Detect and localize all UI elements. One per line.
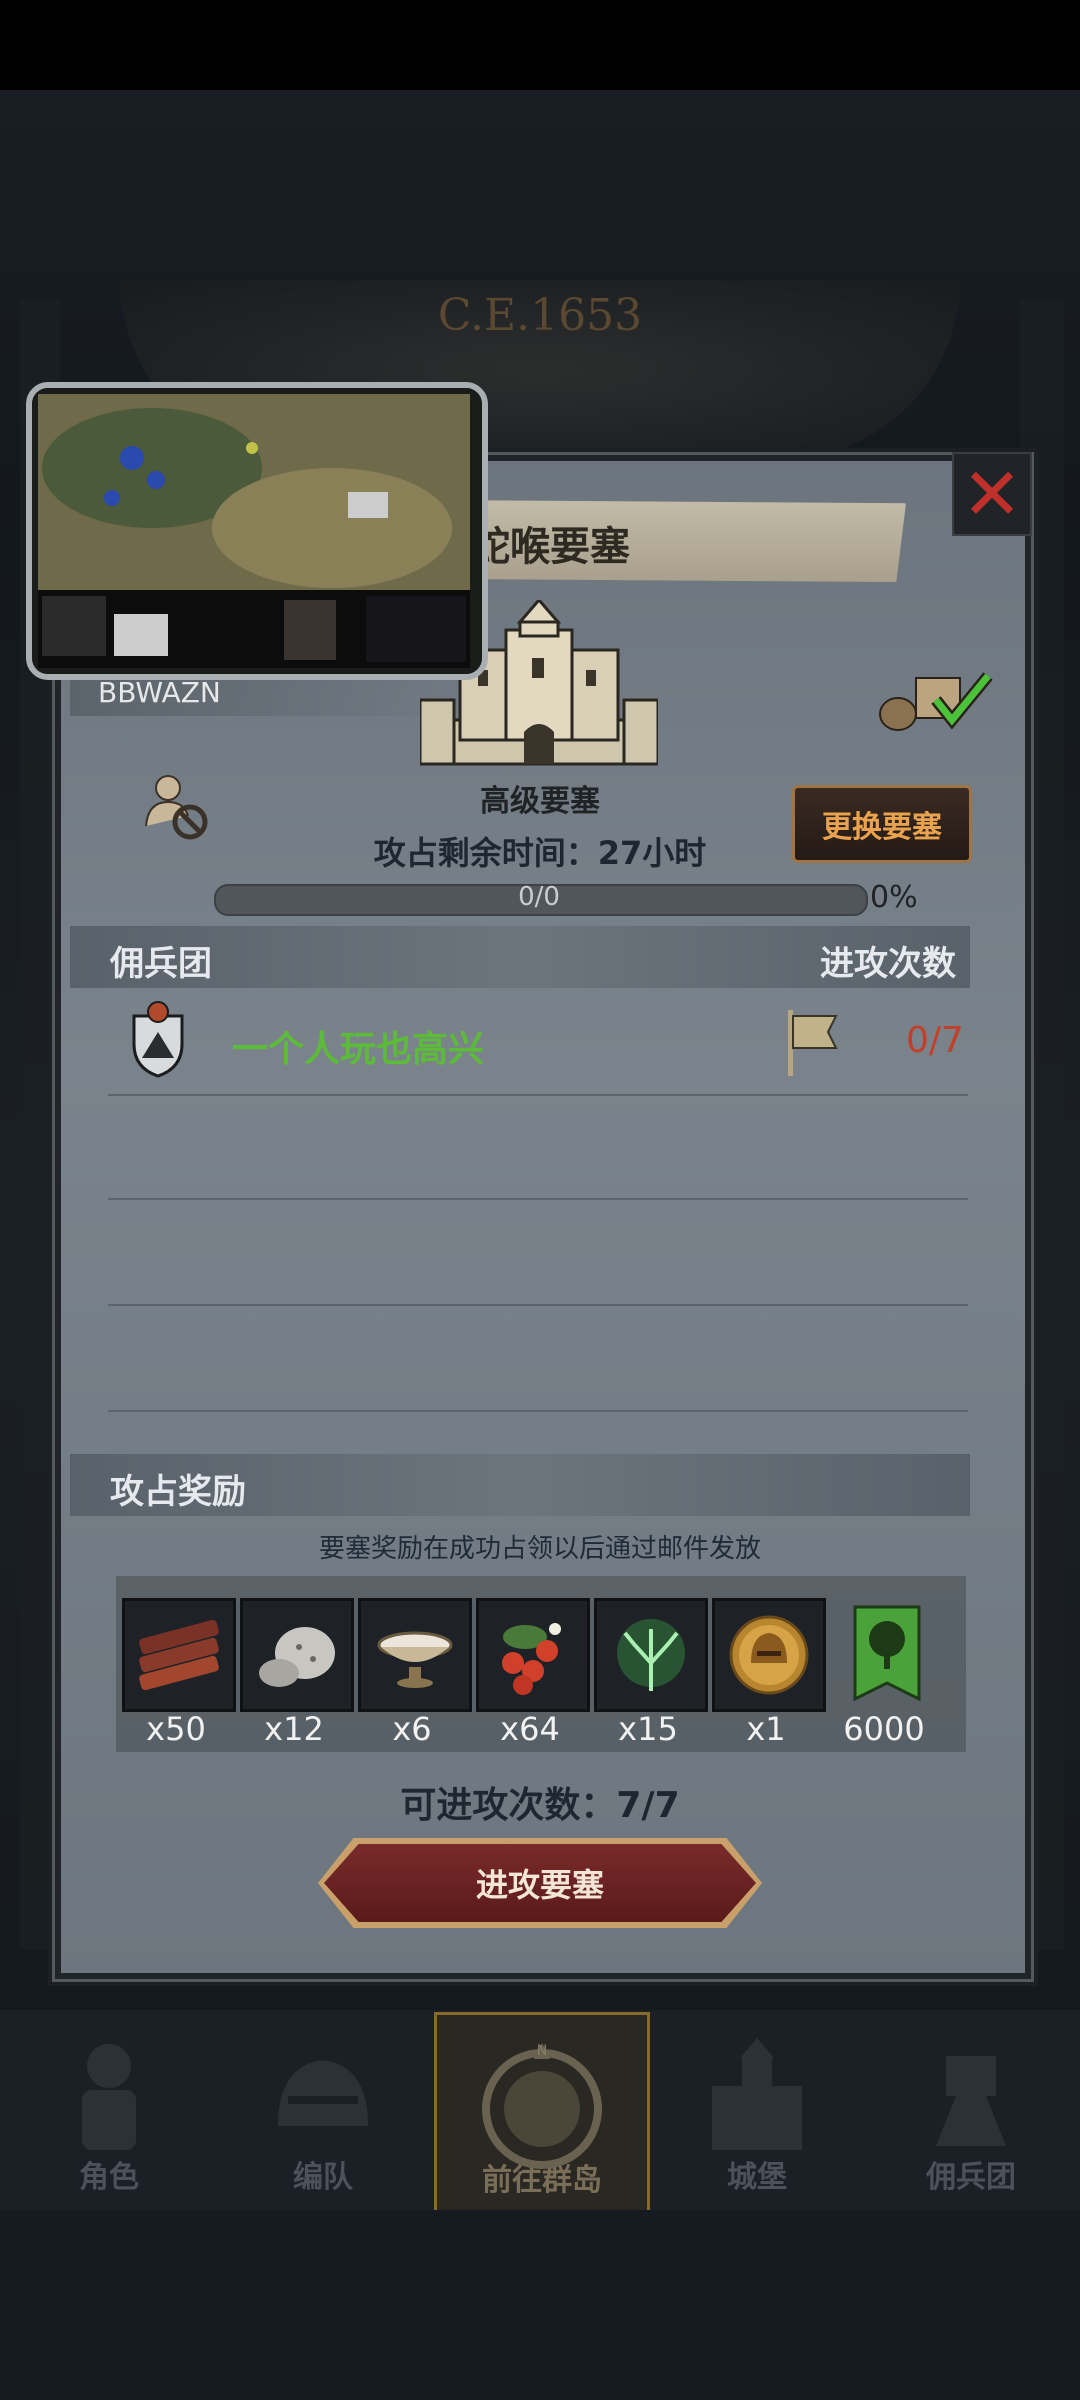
svg-text:N: N	[537, 2043, 547, 2059]
nav-character[interactable]: 角色	[4, 2012, 214, 2208]
owner-name: BBWAZN	[98, 676, 221, 709]
row-divider	[108, 1410, 968, 1412]
helmet-formation-icon	[278, 2060, 368, 2126]
tree-banner-icon	[853, 1605, 921, 1702]
video-thumbnail	[32, 388, 482, 674]
nav-castle[interactable]: 城堡	[652, 2012, 862, 2208]
white-bowl-icon	[377, 1631, 453, 1688]
close-button[interactable]: ✕	[952, 452, 1032, 536]
change-fortress-button[interactable]: 更换要塞	[792, 785, 972, 863]
castle-nav-icon	[712, 2038, 802, 2150]
reward-item-spirit[interactable]	[594, 1598, 708, 1712]
mercenary-section-label: 佣兵团	[110, 944, 212, 984]
reward-item-wood[interactable]	[122, 1598, 236, 1712]
reward-qty: x1	[746, 1710, 786, 1748]
mercenary-attack-count: 0/7	[906, 1020, 964, 1061]
nav-formation[interactable]: 编队	[218, 2012, 428, 2208]
knight-icon	[82, 2044, 136, 2150]
stone-ore-icon	[259, 1627, 335, 1687]
nav-label: 编队	[293, 2160, 353, 2195]
flag-icon	[788, 1010, 838, 1076]
change-fortress-label: 更换要塞	[822, 810, 942, 845]
resource-collected-icon	[879, 672, 993, 731]
video-overlay[interactable]	[26, 382, 488, 680]
status-bar	[0, 0, 1080, 90]
attack-fortress-button[interactable]: 进攻要塞	[324, 1844, 756, 1922]
mercenary-nav-icon	[936, 2056, 1006, 2146]
no-owner-icon	[145, 775, 208, 840]
progress-text: 0/0	[518, 882, 560, 912]
mercenary-name: 一个人玩也高兴	[232, 1029, 485, 1070]
reward-qty: 6000	[843, 1710, 925, 1748]
reward-qty: x64	[500, 1710, 560, 1748]
fortress-title: 蛇喉要塞	[470, 524, 630, 570]
nav-label: 角色	[79, 2160, 139, 2195]
row-divider	[108, 1304, 968, 1306]
row-divider	[108, 1198, 968, 1200]
reward-qty: x50	[146, 1710, 206, 1748]
berries-icon	[502, 1623, 561, 1695]
attack-button-label: 进攻要塞	[475, 1866, 604, 1904]
guild-shield-icon	[132, 1001, 184, 1078]
reward-section-label: 攻占奖励	[110, 1472, 246, 1512]
nav-label: 佣兵团	[926, 2160, 1016, 2195]
nav-islands[interactable]: N 前往群岛	[434, 2012, 650, 2214]
compass-icon: N	[482, 2043, 602, 2169]
green-spirit-tree-icon	[617, 1619, 685, 1691]
row-divider	[108, 1094, 968, 1096]
reward-item-berries[interactable]	[476, 1598, 590, 1712]
nav-mercenary[interactable]: 佣兵团	[866, 2012, 1076, 2208]
reward-item-bowl[interactable]	[358, 1598, 472, 1712]
wood-logs-icon	[139, 1619, 219, 1691]
reward-item-stone[interactable]	[240, 1598, 354, 1712]
fortress-level: 高级要塞	[480, 784, 600, 819]
close-icon: ✕	[961, 452, 1023, 536]
reward-note: 要塞奖励在成功占领以后通过邮件发放	[318, 1534, 761, 1564]
golden-helmet-medal-icon	[729, 1615, 809, 1695]
reward-qty: x12	[264, 1710, 324, 1748]
reward-item-banner[interactable]	[830, 1598, 944, 1712]
nav-label: 城堡	[727, 2160, 787, 2195]
remaining-time: 攻占剩余时间：27小时	[373, 834, 707, 872]
progress-percent: 0%	[870, 880, 918, 915]
bottom-filler	[0, 2210, 1080, 2400]
available-attempts: 可进攻次数：7/7	[400, 1785, 680, 1826]
reward-qty: x6	[392, 1710, 432, 1748]
attack-count-label: 进攻次数	[820, 944, 956, 984]
reward-item-medal[interactable]	[712, 1598, 826, 1712]
reward-qty: x15	[618, 1710, 678, 1748]
